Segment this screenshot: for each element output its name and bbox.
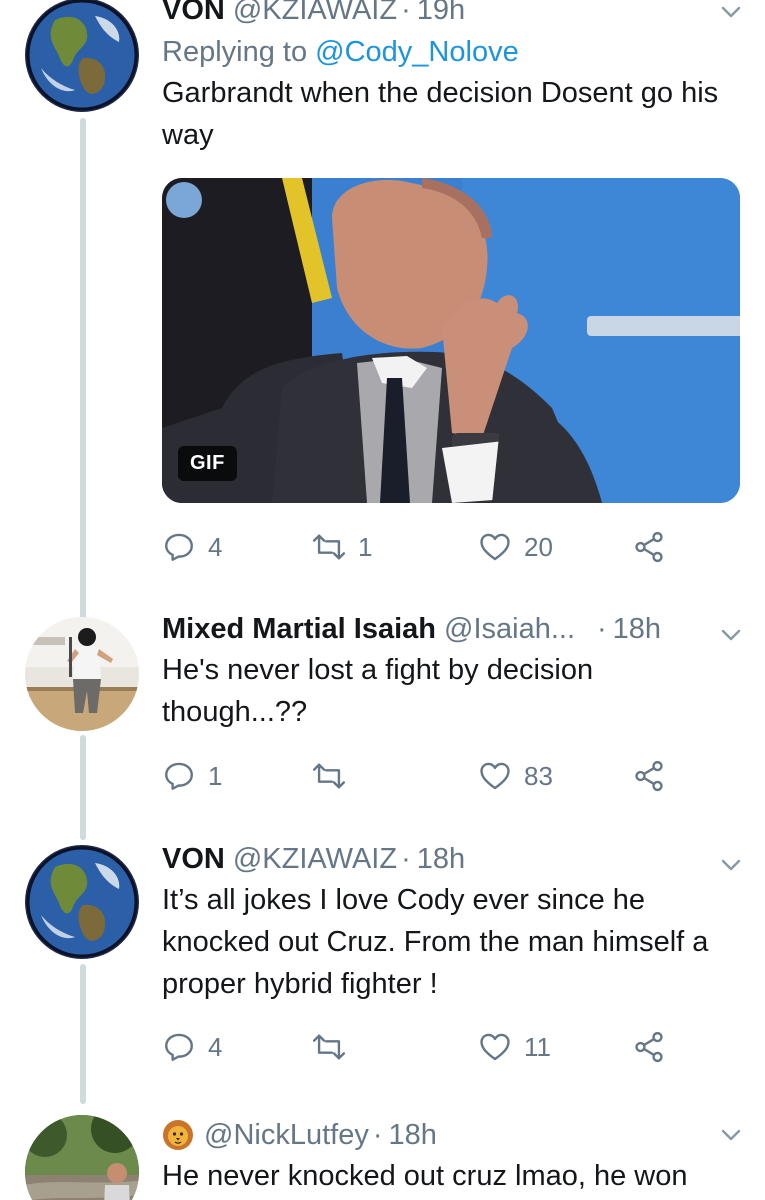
display-name[interactable]: VON	[162, 841, 225, 877]
separator-dot: ·	[401, 843, 411, 875]
display-name[interactable]: VON	[162, 0, 225, 28]
tweet-actions: 4 1 20	[162, 527, 682, 567]
retweet-button[interactable]: 1	[312, 527, 372, 567]
share-icon	[635, 760, 663, 792]
reply-button[interactable]: 4	[162, 527, 222, 567]
reply-count: 1	[208, 760, 223, 791]
tweet-text: It’s all jokes I love Cody ever since he…	[162, 884, 709, 1000]
like-button[interactable]: 20	[478, 527, 553, 567]
like-count: 11	[524, 1031, 551, 1062]
reply-button[interactable]: 1	[162, 756, 222, 796]
chevron-down-icon[interactable]	[719, 1123, 743, 1147]
reply-icon	[165, 762, 193, 790]
username[interactable]: @KZIAWAIZ	[233, 841, 397, 877]
reply-icon	[165, 1033, 193, 1061]
reply-count: 4	[208, 1031, 223, 1062]
avatar[interactable]	[25, 1115, 139, 1200]
chevron-down-icon[interactable]	[719, 853, 743, 877]
share-button[interactable]	[632, 1027, 666, 1067]
thread-line	[80, 964, 86, 1104]
reply-button[interactable]: 4	[162, 1027, 222, 1067]
tweet[interactable]: Mixed Martial Isaiah @Isaiah... · 18h He…	[162, 611, 765, 733]
tweet-header: @NickLutfey · 18h	[162, 1117, 765, 1153]
retweet-icon	[312, 1034, 346, 1060]
tweet[interactable]: VON @KZIAWAIZ · 19h Replying to @Cody_No…	[162, 0, 765, 156]
like-count: 83	[524, 760, 553, 791]
tweet-header: VON @KZIAWAIZ · 19h	[162, 0, 765, 28]
replying-to: Replying to @Cody_Nolove	[162, 32, 765, 72]
timestamp[interactable]: 18h	[417, 841, 465, 877]
retweet-button[interactable]	[312, 1027, 346, 1067]
lion-emoji	[162, 1119, 194, 1151]
avatar[interactable]	[25, 617, 139, 731]
tweet[interactable]: VON @KZIAWAIZ · 18h It’s all jokes I lov…	[162, 841, 765, 1005]
gif-media[interactable]	[162, 178, 740, 503]
tweet-actions: 4 11	[162, 1027, 682, 1067]
tweet-actions: 1 83	[162, 756, 682, 796]
timestamp[interactable]: 19h	[417, 0, 465, 28]
thread-line	[80, 735, 86, 840]
separator-dot: ·	[401, 0, 411, 26]
retweet-count: 1	[358, 531, 373, 562]
like-button[interactable]: 11	[478, 1027, 551, 1067]
tweet[interactable]: @NickLutfey · 18h He never knocked out c…	[162, 1117, 765, 1197]
avatar[interactable]	[25, 0, 139, 112]
separator-dot: ·	[372, 1119, 383, 1151]
like-count: 20	[524, 531, 553, 562]
timestamp[interactable]: 18h	[389, 1117, 437, 1153]
like-button[interactable]: 83	[478, 756, 553, 796]
reply-icon	[165, 533, 193, 561]
mention-link[interactable]: @Cody_Nolove	[315, 36, 519, 68]
username[interactable]: @KZIAWAIZ	[233, 0, 397, 28]
tweet-header: VON @KZIAWAIZ · 18h	[162, 841, 765, 877]
tweet-header: Mixed Martial Isaiah @Isaiah... · 18h	[162, 611, 765, 647]
retweet-icon	[312, 534, 346, 560]
like-icon	[480, 762, 510, 790]
reply-count: 4	[208, 531, 223, 562]
display-name[interactable]: Mixed Martial Isaiah	[162, 611, 436, 647]
username[interactable]: @Isaiah...	[444, 611, 575, 647]
like-icon	[480, 533, 510, 561]
share-button[interactable]	[632, 756, 666, 796]
share-button[interactable]	[632, 527, 666, 567]
retweet-button[interactable]	[312, 756, 346, 796]
avatar[interactable]	[25, 845, 139, 959]
tweet-text: He's never lost a fight by decision thou…	[162, 654, 594, 728]
timestamp[interactable]: 18h	[613, 611, 661, 647]
retweet-icon	[312, 763, 346, 789]
thread-line	[80, 118, 86, 620]
replying-to-label: Replying to	[162, 36, 308, 68]
chevron-down-icon[interactable]	[719, 623, 743, 647]
share-icon	[635, 531, 663, 563]
chevron-down-icon[interactable]	[719, 0, 743, 24]
share-icon	[635, 1031, 663, 1063]
username[interactable]: @NickLutfey	[204, 1117, 369, 1153]
gif-badge: GIF	[178, 446, 237, 481]
separator-dot: ·	[597, 613, 607, 645]
like-icon	[480, 1033, 510, 1061]
tweet-text: Garbrandt when the decision Dosent go hi…	[162, 77, 719, 151]
tweet-text: He never knocked out cruz lmao, he won	[162, 1160, 688, 1192]
